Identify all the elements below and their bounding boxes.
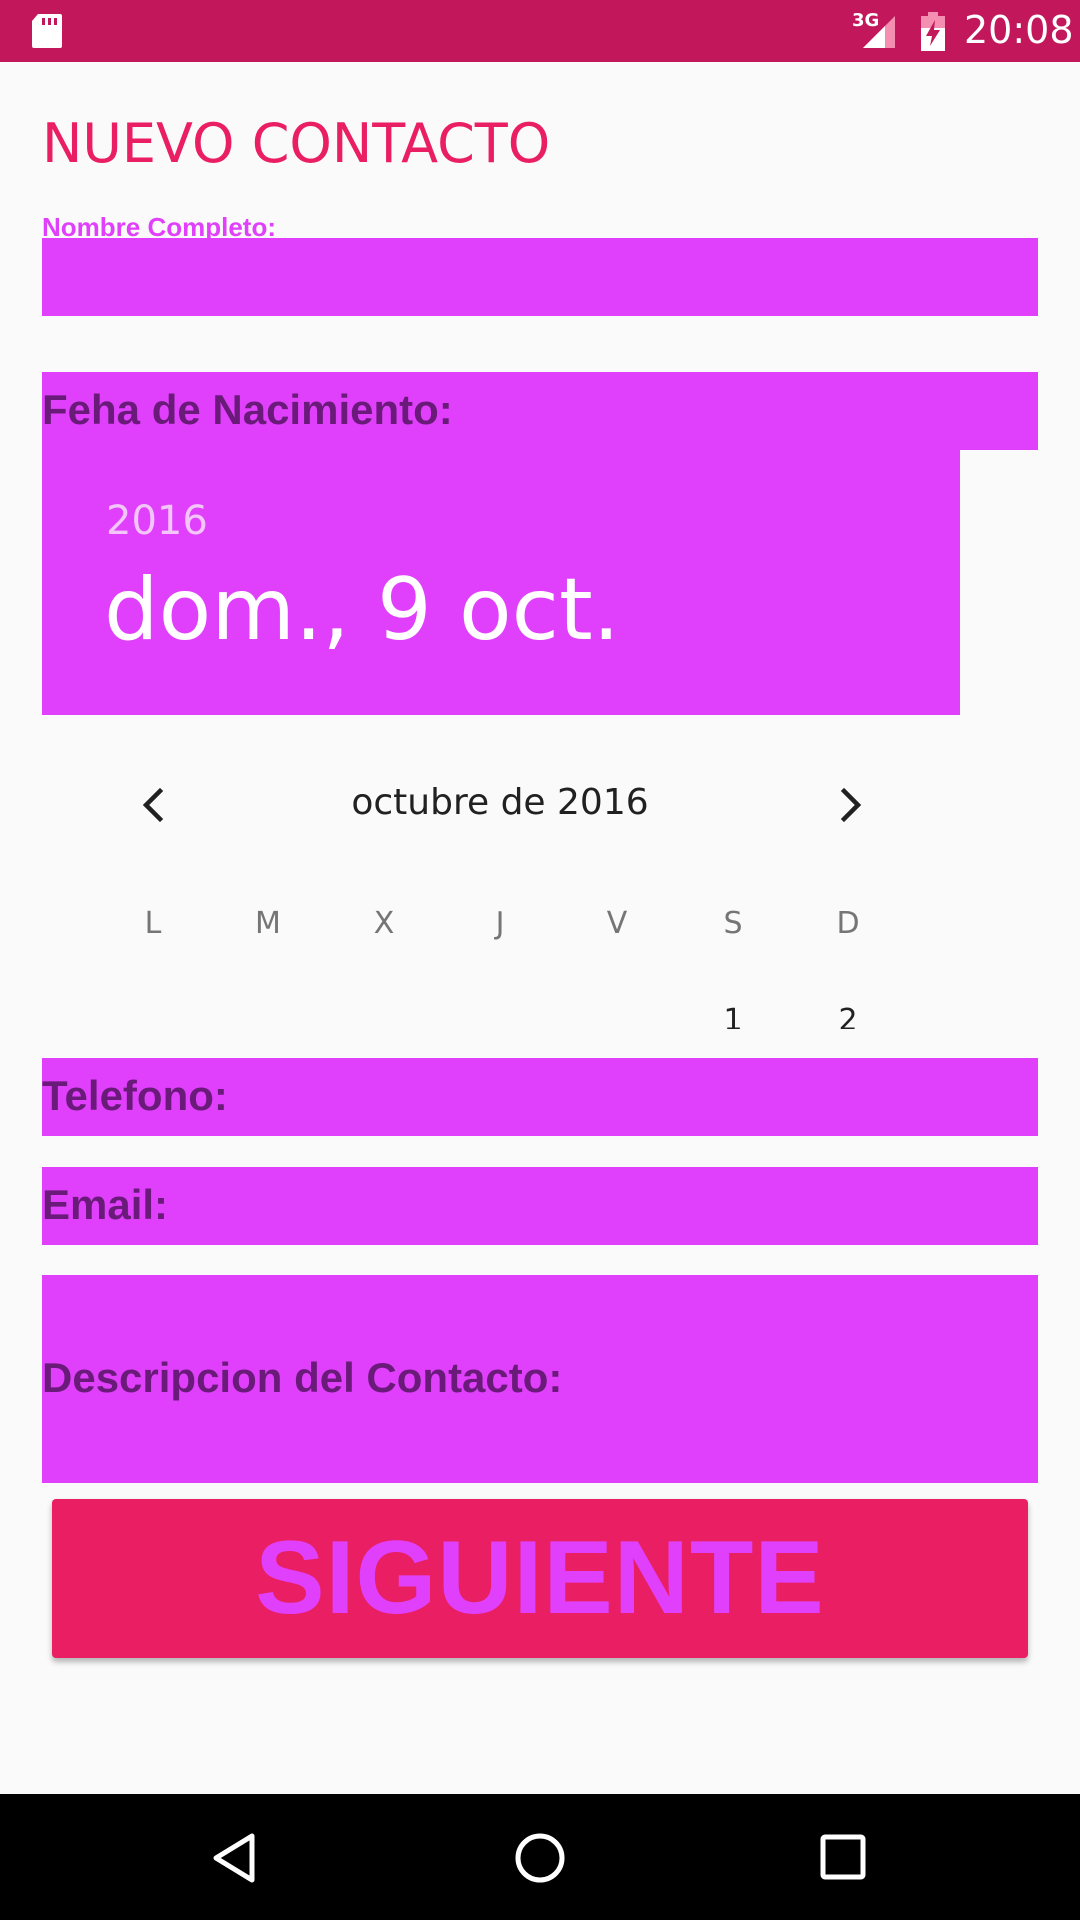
email-input[interactable] xyxy=(42,1167,1038,1245)
weekday-thursday: J xyxy=(495,906,505,941)
signal-icon xyxy=(863,16,895,48)
email-label: Email: xyxy=(42,1181,169,1228)
chevron-left-icon[interactable] xyxy=(134,785,174,825)
back-icon[interactable] xyxy=(210,1832,260,1884)
weekday-saturday: S xyxy=(723,906,743,941)
calendar-day[interactable]: 2 xyxy=(818,1003,878,1029)
status-bar xyxy=(0,0,1080,62)
phone-label: Telefono: xyxy=(42,1072,228,1119)
weekday-friday: V xyxy=(606,906,628,941)
chevron-right-icon[interactable] xyxy=(830,785,870,825)
home-icon[interactable] xyxy=(514,1832,566,1884)
name-input[interactable] xyxy=(42,238,1038,316)
weekday-tuesday: M xyxy=(255,906,281,941)
weekday-monday: L xyxy=(144,906,162,941)
weekday-sunday: D xyxy=(836,906,860,941)
next-button[interactable]: SIGUIENTE xyxy=(52,1499,1028,1658)
page-title: NUEVO CONTACTO xyxy=(42,112,551,175)
next-button-label: SIGUIENTE xyxy=(255,1520,825,1636)
description-label: Descripcion del Contacto: xyxy=(42,1354,563,1401)
recents-icon[interactable] xyxy=(820,1834,866,1880)
selected-year[interactable]: 2016 xyxy=(106,498,208,544)
month-title: octubre de 2016 xyxy=(351,782,649,823)
birth-date-label: Feha de Nacimiento: xyxy=(42,386,453,433)
calendar-day[interactable]: 1 xyxy=(703,1003,763,1029)
battery-charging-icon xyxy=(921,12,945,51)
sd-card-icon xyxy=(32,14,62,48)
status-clock: 20:08 xyxy=(964,8,1074,52)
selected-date[interactable]: dom., 9 oct. xyxy=(104,560,620,660)
weekday-wednesday: X xyxy=(373,906,395,941)
